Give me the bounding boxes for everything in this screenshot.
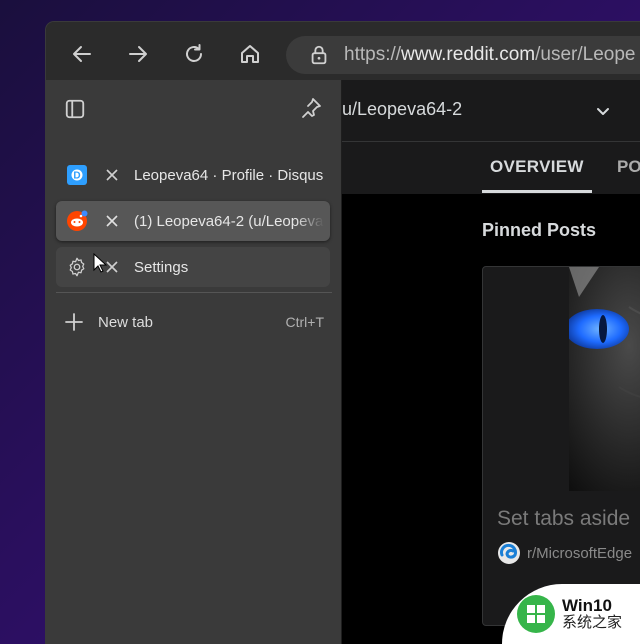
lock-icon[interactable] xyxy=(308,44,330,66)
arrow-right-icon xyxy=(129,46,147,62)
mouse-cursor-icon xyxy=(93,253,107,273)
pinned-post-card[interactable]: Set tabs aside r/MicrosoftEdge xyxy=(482,266,640,626)
tab-overview[interactable]: OVERVIEW xyxy=(490,157,584,177)
home-icon xyxy=(241,45,259,63)
active-tab-underline xyxy=(482,190,592,193)
tab-posts[interactable]: PO xyxy=(617,157,640,177)
watermark-text: Win10 系统之家 xyxy=(562,597,622,631)
tabs-panel-header xyxy=(46,80,341,138)
new-tab-label: New tab xyxy=(98,313,154,331)
new-tab-shortcut: Ctrl+T xyxy=(285,314,325,330)
address-url[interactable]: https://www.reddit.com/user/Leope xyxy=(344,44,636,66)
address-bar[interactable]: https://www.reddit.com/user/Leope xyxy=(286,36,640,74)
pinned-posts-heading: Pinned Posts xyxy=(482,220,597,240)
tab-title: (1) Leopeva64-2 (u/Leopeva64-2) - Reddit xyxy=(134,212,324,230)
chevron-down-icon[interactable] xyxy=(594,102,612,120)
watermark-line2: 系统之家 xyxy=(562,614,623,632)
reddit-icon xyxy=(66,210,88,232)
forward-button[interactable] xyxy=(118,38,158,70)
tab-disqus-profile[interactable]: D Leopeva64 · Profile · Disqus xyxy=(56,155,330,195)
home-button[interactable] xyxy=(230,38,270,70)
pin-icon[interactable] xyxy=(299,96,323,120)
close-icon[interactable] xyxy=(104,167,120,183)
win10-logo-icon xyxy=(517,595,555,633)
vertical-tabs-panel: D Leopeva64 · Profile · Disqus (1) Leope… xyxy=(46,80,342,644)
browser-toolbar: https://www.reddit.com/user/Leope xyxy=(46,22,640,86)
post-subreddit[interactable]: r/MicrosoftEdge xyxy=(497,541,632,565)
tab-title: Settings xyxy=(134,258,189,276)
profile-nav: OVERVIEW PO xyxy=(342,142,640,194)
page-content: u/Leopeva64-2 OVERVIEW PO Pinned Posts S… xyxy=(342,80,640,644)
url-scheme: https:// xyxy=(344,44,402,65)
page-header: u/Leopeva64-2 xyxy=(342,80,640,142)
tab-title: Leopeva64 · Profile · Disqus xyxy=(134,166,324,184)
refresh-icon xyxy=(186,44,202,62)
tab-actions-icon[interactable] xyxy=(64,98,86,120)
tab-reddit-user[interactable]: (1) Leopeva64-2 (u/Leopeva64-2) - Reddit xyxy=(56,201,330,241)
edge-icon xyxy=(498,542,520,564)
post-title[interactable]: Set tabs aside xyxy=(497,507,630,531)
plus-icon xyxy=(65,313,83,331)
refresh-button[interactable] xyxy=(174,38,214,70)
browser-window: https://www.reddit.com/user/Leope D Leop… xyxy=(46,22,640,644)
tabs-divider xyxy=(56,292,332,293)
back-button[interactable] xyxy=(62,38,102,70)
url-path: /user/Leope xyxy=(535,44,636,65)
post-thumbnail[interactable] xyxy=(569,267,640,491)
close-icon[interactable] xyxy=(104,213,120,229)
arrow-left-icon xyxy=(73,46,91,62)
gear-icon xyxy=(66,256,88,278)
svg-text:D: D xyxy=(73,171,80,182)
new-tab-button[interactable]: New tab Ctrl+T xyxy=(64,308,324,336)
watermark-line1: Win10 xyxy=(562,596,612,616)
subreddit-name: r/MicrosoftEdge xyxy=(527,544,633,562)
disqus-icon: D xyxy=(66,164,88,186)
user-switcher[interactable]: u/Leopeva64-2 xyxy=(342,99,462,120)
url-domain: www.reddit.com xyxy=(401,44,536,65)
